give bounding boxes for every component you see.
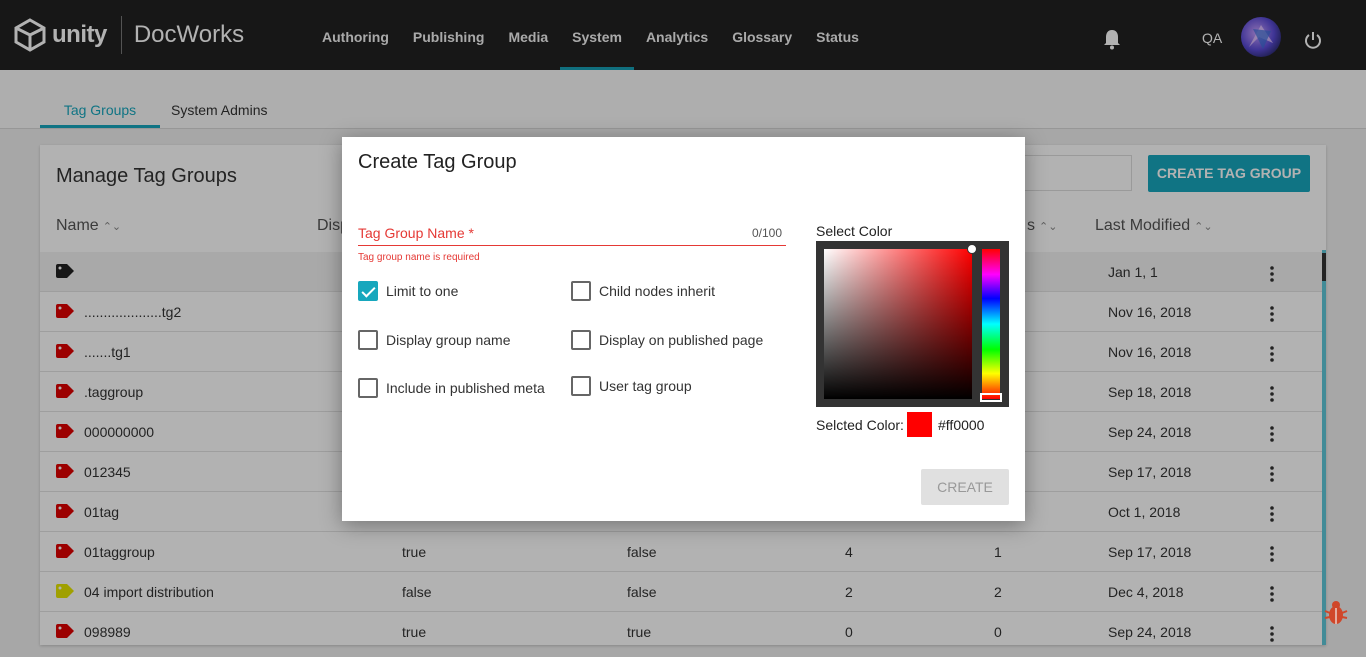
checkbox-child-nodes-inherit[interactable]: Child nodes inherit [571, 281, 715, 301]
selected-color-label: Selcted Color: [816, 417, 904, 433]
checkbox-checked-icon[interactable] [358, 281, 378, 301]
checkbox-limit-to-one[interactable]: Limit to one [358, 281, 458, 301]
select-color-label: Select Color [816, 223, 893, 239]
bug-icon[interactable] [1324, 600, 1348, 626]
checkbox-label: Display group name [386, 332, 511, 348]
checkbox-icon[interactable] [358, 330, 378, 350]
checkbox-label: Limit to one [386, 283, 459, 299]
dialog-title: Create Tag Group [358, 151, 517, 173]
checkbox-label: Display on published page [599, 332, 764, 348]
color-picker [816, 241, 1009, 407]
tag-group-name-input[interactable]: Tag Group Name * [358, 225, 474, 241]
checkbox-display-group-name[interactable]: Display group name [358, 330, 511, 350]
validation-error: Tag group name is required [358, 252, 480, 263]
checkbox-icon[interactable] [571, 330, 591, 350]
selected-color-swatch [907, 412, 932, 437]
color-cursor[interactable] [967, 244, 977, 254]
checkbox-icon[interactable] [571, 376, 591, 396]
checkbox-display-on-published-page[interactable]: Display on published page [571, 330, 763, 350]
hue-slider-handle[interactable] [980, 393, 1002, 402]
checkbox-label: User tag group [599, 378, 692, 394]
character-count: 0/100 [752, 226, 783, 240]
hue-slider[interactable] [982, 249, 1000, 399]
create-button[interactable]: CREATE [921, 469, 1009, 505]
selected-color-hex: #ff0000 [938, 417, 985, 433]
create-tag-group-dialog: Create Tag Group Tag Group Name * 0/100 … [342, 137, 1025, 521]
checkbox-icon[interactable] [358, 378, 378, 398]
checkbox-label: Child nodes inherit [599, 283, 715, 299]
saturation-value-area[interactable] [824, 249, 972, 399]
input-underline [358, 245, 786, 246]
checkbox-icon[interactable] [571, 281, 591, 301]
checkbox-label: Include in published meta [386, 380, 545, 396]
checkbox-user-tag-group[interactable]: User tag group [571, 376, 692, 396]
checkbox-include-in-published-meta[interactable]: Include in published meta [358, 378, 545, 398]
